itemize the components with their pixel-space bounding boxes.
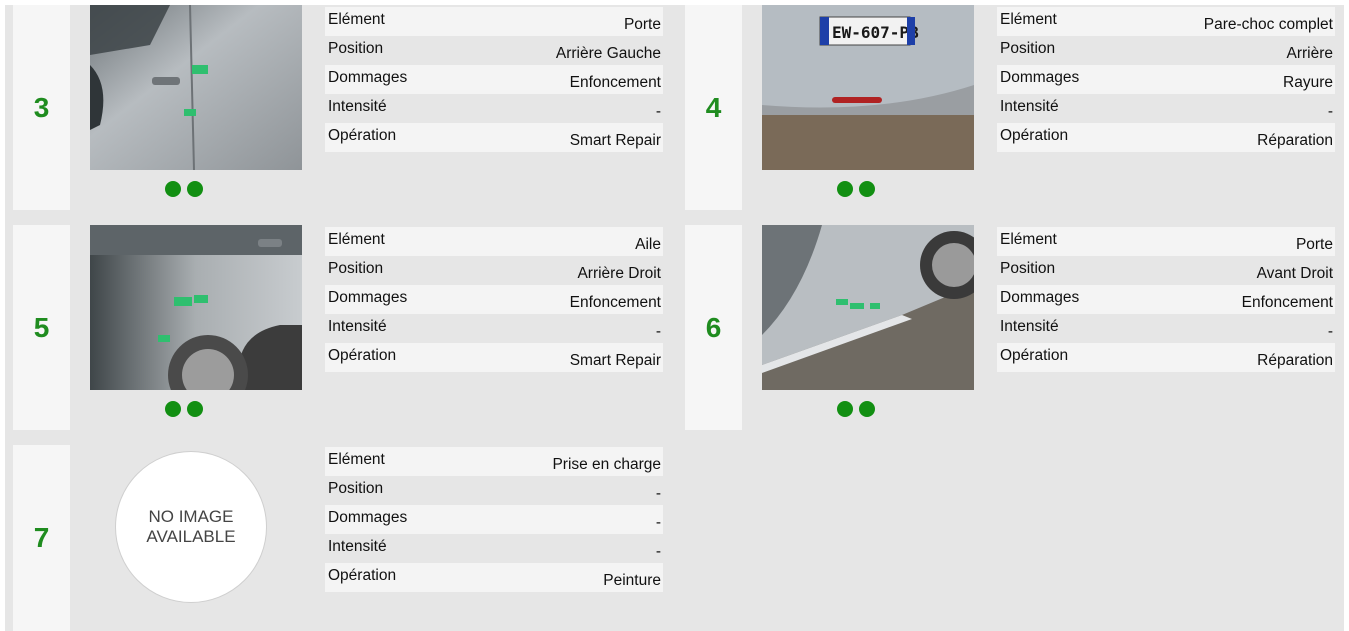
pagination-dot[interactable] xyxy=(165,181,181,197)
detail-row-element: Elément Pare-choc complet xyxy=(997,7,1335,36)
detail-row-element: Elément Prise en charge xyxy=(325,447,663,476)
pagination-dot[interactable] xyxy=(165,401,181,417)
damage-card-7: 7 NO IMAGE AVAILABLE Elément Prise en cha… xyxy=(5,445,665,631)
detail-row-dommages: Dommages - xyxy=(325,505,663,534)
pagination-dot[interactable] xyxy=(859,401,875,417)
damage-photo[interactable] xyxy=(762,225,974,390)
detail-row-operation: Opération Réparation xyxy=(997,343,1335,372)
pagination-dot[interactable] xyxy=(837,401,853,417)
detail-row-element: Elément Porte xyxy=(997,227,1335,256)
damage-details: Elément Aile Position Arrière Droit Dommag… xyxy=(325,227,663,372)
pagination-dot[interactable] xyxy=(187,401,203,417)
detail-row-operation: Opération Réparation xyxy=(997,123,1335,152)
damage-card-4: 4 EW-607-PB Elément Pare-choc complet Pos… xyxy=(677,5,1337,210)
card-number: 4 xyxy=(685,5,742,210)
detail-row-position: Position Arrière Gauche xyxy=(325,36,663,65)
photo-pagination xyxy=(837,401,875,417)
detail-row-operation: Opération Peinture xyxy=(325,563,663,592)
detail-row-intensite: Intensité - xyxy=(325,534,663,563)
detail-row-intensite: Intensité - xyxy=(325,94,663,123)
no-image-text: NO IMAGE xyxy=(148,507,234,526)
pagination-dot[interactable] xyxy=(859,181,875,197)
damage-card-3: 3 Elément Porte Position Arrière Gauche … xyxy=(5,5,665,210)
detail-row-operation: Opération Smart Repair xyxy=(325,123,663,152)
detail-row-element: Elément Porte xyxy=(325,7,663,36)
detail-row-dommages: Dommages Enfoncement xyxy=(325,285,663,314)
damage-photo[interactable] xyxy=(90,5,302,170)
damage-list: 3 Elément Porte Position Arrière Gauche … xyxy=(5,5,1344,631)
card-number: 6 xyxy=(685,225,742,430)
detail-row-position: Position - xyxy=(325,476,663,505)
pagination-dot[interactable] xyxy=(187,181,203,197)
pagination-dot[interactable] xyxy=(837,181,853,197)
no-image-placeholder: NO IMAGE AVAILABLE xyxy=(115,451,267,603)
detail-row-position: Position Arrière Droit xyxy=(325,256,663,285)
no-image-text: AVAILABLE xyxy=(146,527,236,546)
damage-details: Elément Porte Position Arrière Gauche Domm… xyxy=(325,7,663,152)
detail-row-intensite: Intensité - xyxy=(325,314,663,343)
damage-card-5: 5 Elément Aile Position Arrière Droit Do… xyxy=(5,225,665,430)
detail-row-operation: Opération Smart Repair xyxy=(325,343,663,372)
detail-row-position: Position Arrière xyxy=(997,36,1335,65)
damage-details: Elément Pare-choc complet Position Arrière… xyxy=(997,7,1335,152)
detail-row-intensite: Intensité - xyxy=(997,94,1335,123)
photo-pagination xyxy=(165,401,203,417)
detail-row-dommages: Dommages Enfoncement xyxy=(325,65,663,94)
damage-photo[interactable] xyxy=(90,225,302,390)
detail-row-element: Elément Aile xyxy=(325,227,663,256)
photo-pagination xyxy=(165,181,203,197)
card-number: 5 xyxy=(13,225,70,430)
card-number: 7 xyxy=(13,445,70,631)
detail-row-dommages: Dommages Enfoncement xyxy=(997,285,1335,314)
card-number: 3 xyxy=(13,5,70,210)
damage-card-6: 6 Elément Porte Position Avant Droit Domma… xyxy=(677,225,1337,430)
photo-pagination xyxy=(837,181,875,197)
damage-details: Elément Prise en charge Position - Dommage… xyxy=(325,447,663,592)
detail-row-position: Position Avant Droit xyxy=(997,256,1335,285)
license-plate-text: EW-607-PB xyxy=(832,23,919,42)
detail-row-dommages: Dommages Rayure xyxy=(997,65,1335,94)
damage-photo[interactable]: EW-607-PB xyxy=(762,5,974,170)
detail-row-intensite: Intensité - xyxy=(997,314,1335,343)
damage-details: Elément Porte Position Avant Droit Dommage… xyxy=(997,227,1335,372)
